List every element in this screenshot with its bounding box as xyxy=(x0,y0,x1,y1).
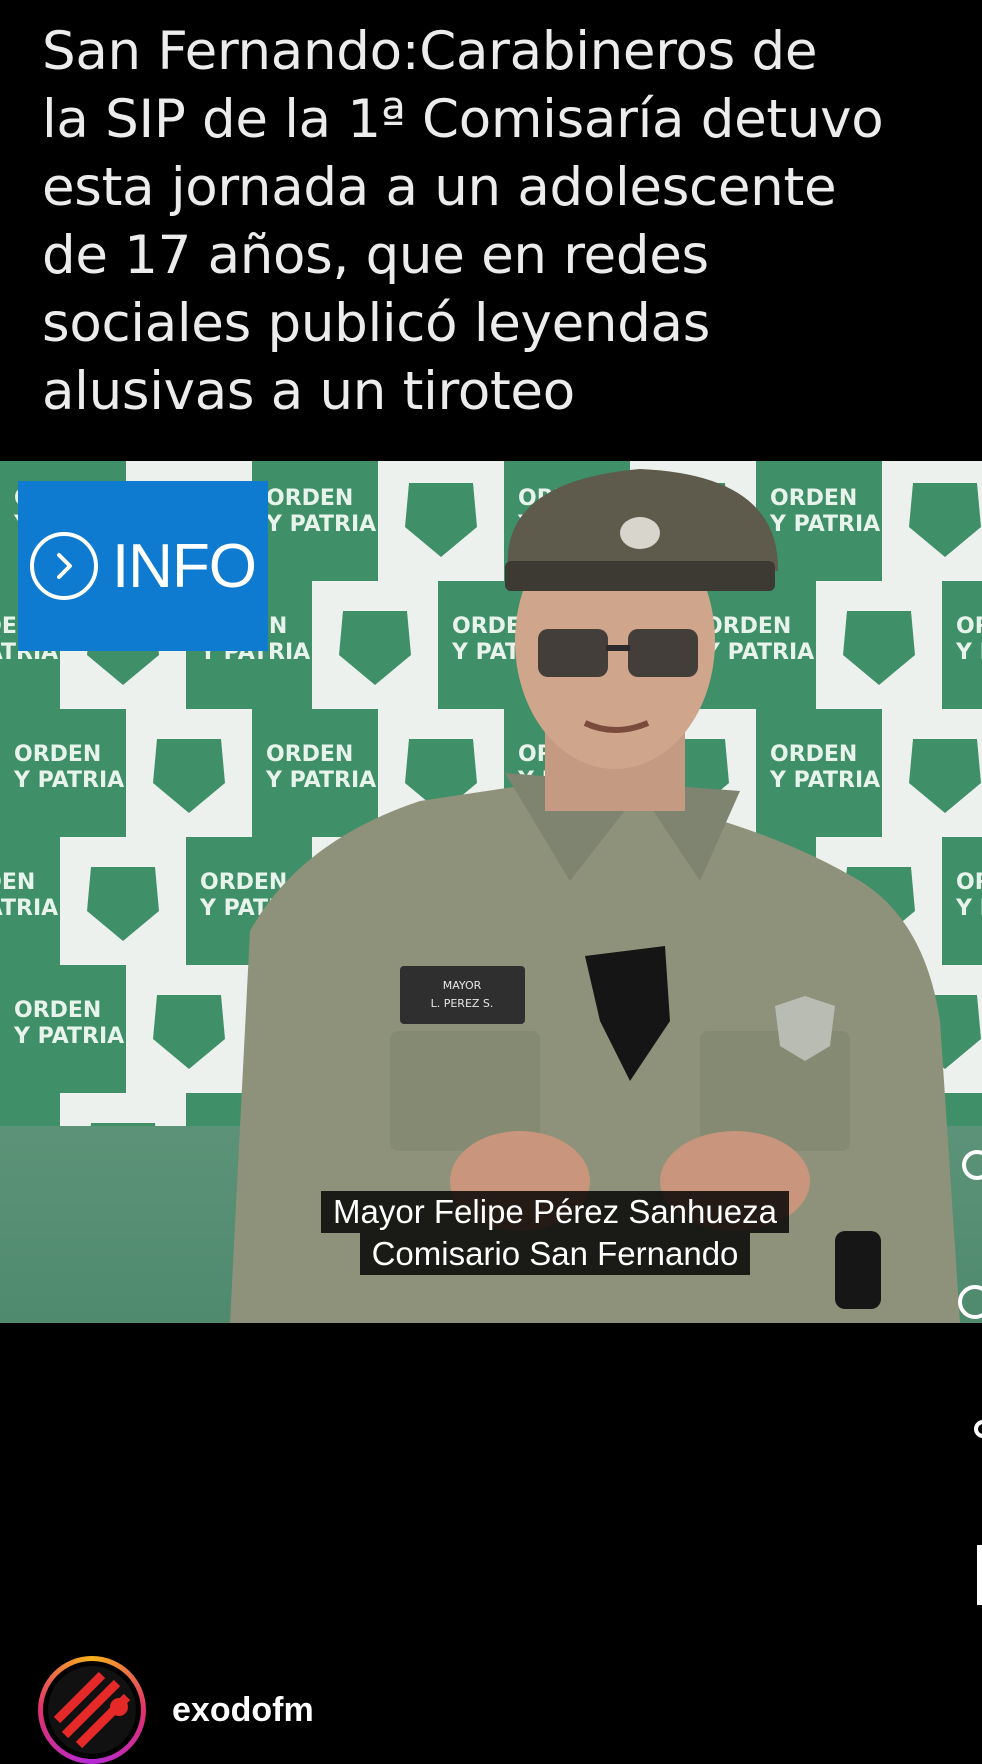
lower-third-caption: Mayor Felipe Pérez Sanhueza Comisario Sa… xyxy=(285,1191,825,1275)
account-username[interactable]: exodofm xyxy=(172,1691,314,1730)
headline-line: esta jornada a un adolescente xyxy=(42,157,837,218)
partial-action-icon[interactable] xyxy=(974,1420,982,1438)
right-edge-actions xyxy=(958,1150,982,1610)
headline-line: sociales publicó leyendas xyxy=(42,293,711,354)
info-badge-label: INFO xyxy=(111,531,257,601)
partial-action-icon[interactable] xyxy=(977,1545,982,1605)
svg-text:L. PEREZ S.: L. PEREZ S. xyxy=(431,997,494,1010)
caption-role: Comisario San Fernando xyxy=(359,1233,751,1275)
avatar-logo-icon xyxy=(43,1661,141,1759)
chevron-right-icon xyxy=(29,532,98,600)
headline-line: la SIP de la 1ª Comisaría detuvo xyxy=(42,89,884,150)
post-headline: San Fernando:Carabineros de la SIP de la… xyxy=(42,18,942,426)
account-row[interactable]: exodofm xyxy=(38,1656,314,1764)
headline-line: San Fernando:Carabineros de xyxy=(42,21,818,82)
headline-line: de 17 años, que en redes xyxy=(42,225,709,286)
headline-line: alusivas a un tiroteo xyxy=(42,361,575,422)
info-badge[interactable]: INFO xyxy=(18,481,268,651)
avatar[interactable] xyxy=(38,1656,146,1764)
video-player[interactable]: ORDENY PATRIAORDENY PATRIAORDENY PATRIAO… xyxy=(0,461,982,1323)
caption-name: Mayor Felipe Pérez Sanhueza xyxy=(321,1191,789,1233)
svg-text:MAYOR: MAYOR xyxy=(443,979,482,992)
